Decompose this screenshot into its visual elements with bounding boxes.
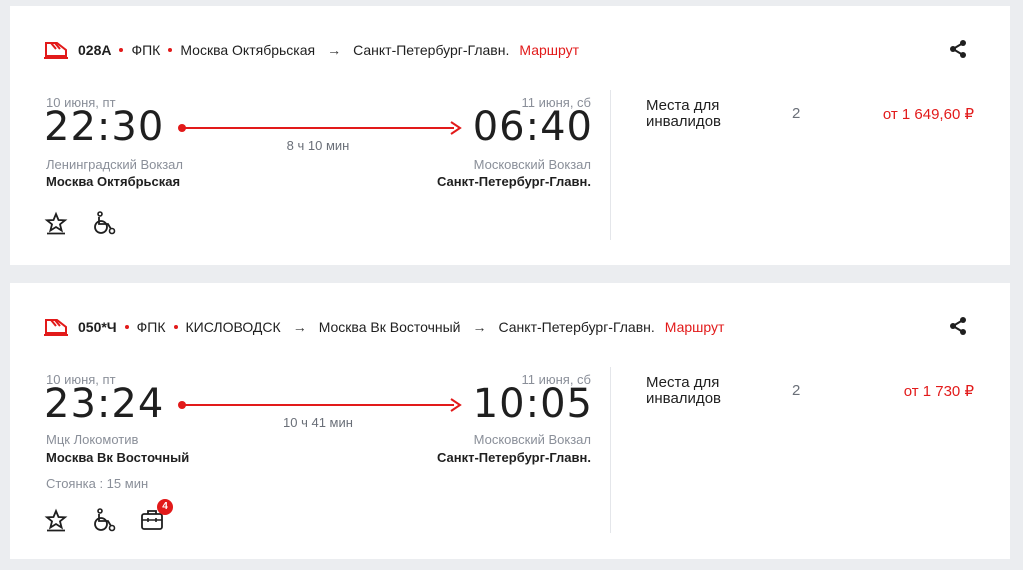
train-number: 050*Ч [78, 319, 117, 335]
arrow-right-icon: → [292, 319, 307, 335]
departure-city: Москва Октябрьская [46, 174, 181, 189]
duration: 10 ч 41 мин [283, 415, 353, 430]
carrier: ФПК [131, 42, 161, 58]
arrival-city: Санкт-Петербург-Главн. [436, 174, 591, 189]
seat-type: Места для инвалидов [646, 374, 721, 407]
route-station: КИСЛОВОДСК [185, 319, 281, 335]
arrow-right-icon: → [472, 319, 487, 335]
route-station: Москва Октябрьская [180, 42, 316, 58]
seat-count: 2 [792, 382, 801, 399]
luggage-button[interactable]: 4 [140, 499, 173, 532]
seat-count: 2 [792, 105, 801, 122]
arrow-right-icon: → [327, 42, 342, 58]
service-icons [44, 211, 140, 235]
divider [610, 367, 611, 533]
price-button[interactable]: от 1 649,60 ₽ [883, 105, 974, 123]
wheelchair-icon[interactable] [92, 211, 116, 235]
train-card[interactable]: 028А ФПК Москва Октябрьская → Санкт-Пете… [10, 6, 1010, 265]
arrow-head-icon [450, 398, 462, 412]
train-number: 028А [78, 42, 112, 58]
wheelchair-icon[interactable] [92, 508, 116, 532]
route-station: Санкт-Петербург-Главн. [353, 42, 510, 58]
stop-duration: Стоянка : 15 мин [46, 476, 149, 491]
star-icon[interactable] [44, 508, 68, 532]
seat-type: Места для инвалидов [646, 97, 721, 130]
route-link[interactable]: Маршрут [665, 319, 725, 335]
train-header: 050*Ч ФПК КИСЛОВОДСК → Москва Вк Восточн… [44, 317, 724, 337]
route-link[interactable]: Маршрут [519, 42, 579, 58]
star-icon[interactable] [44, 211, 68, 235]
separator-dot [168, 48, 173, 52]
share-icon[interactable] [948, 316, 968, 336]
arrival-station: Московский Вокзал [473, 157, 591, 172]
train-icon [44, 319, 68, 336]
train-icon [44, 42, 68, 59]
route-station: Санкт-Петербург-Главн. [498, 319, 655, 335]
share-icon[interactable] [948, 39, 968, 59]
train-card[interactable]: 050*Ч ФПК КИСЛОВОДСК → Москва Вк Восточн… [10, 283, 1010, 559]
carrier: ФПК [136, 319, 166, 335]
separator-dot [173, 325, 178, 329]
price-button[interactable]: от 1 730 ₽ [904, 382, 974, 400]
luggage-count-badge: 4 [157, 499, 173, 515]
route-line [182, 127, 454, 129]
separator-dot [124, 325, 129, 329]
service-icons: 4 [44, 499, 188, 532]
separator-dot [119, 48, 124, 52]
departure-time: 22:30 [44, 104, 165, 150]
departure-city: Москва Вк Восточный [46, 450, 190, 465]
route-station: Москва Вк Восточный [318, 319, 461, 335]
route-line [182, 404, 454, 406]
departure-station: Ленинградский Вокзал [46, 157, 184, 172]
arrow-head-icon [450, 121, 462, 135]
train-header: 028А ФПК Москва Октябрьская → Санкт-Пете… [44, 40, 579, 60]
duration: 8 ч 10 мин [286, 138, 350, 153]
departure-time: 23:24 [44, 381, 165, 427]
arrival-city: Санкт-Петербург-Главн. [436, 450, 591, 465]
arrival-station: Московский Вокзал [473, 432, 591, 447]
divider [610, 90, 611, 240]
departure-station: Мцк Локомотив [46, 432, 139, 447]
